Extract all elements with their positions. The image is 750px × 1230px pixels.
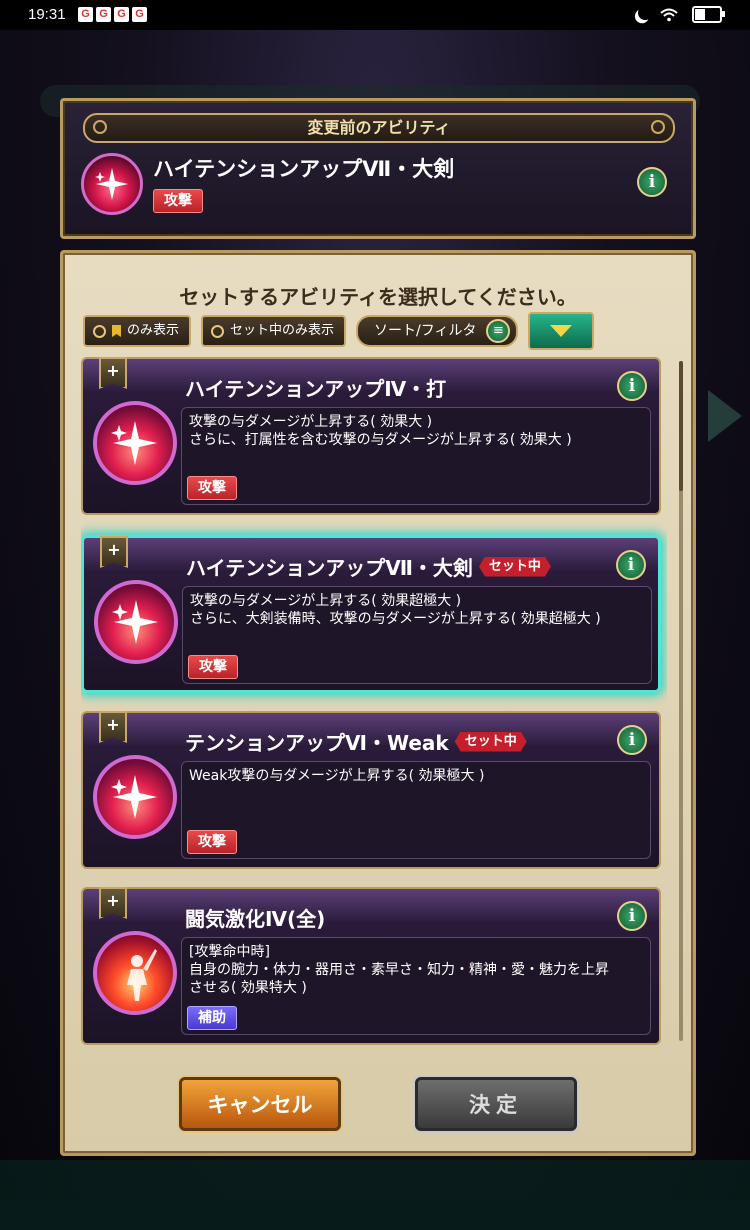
ability-description: 攻撃の与ダメージが上昇する( 効果超極大 ) さらに、大剣装備時、攻撃の与ダメー… [182, 586, 652, 684]
bookmark-add-icon[interactable]: + [99, 711, 127, 743]
menu-icon: ≡ [486, 319, 511, 343]
description-line: さらに、大剣装備時、攻撃の与ダメージが上昇する( 効果超極大 ) [190, 611, 601, 627]
ability-card[interactable]: + ハイテンションアップⅣ・打 i 攻撃の与ダメージが上昇する( 効果大 ) さ… [81, 357, 661, 515]
sort-order-dropdown-button[interactable] [528, 312, 595, 350]
current-ability-panel: 変更前のアビリティ ハイテンションアップⅦ・大剣 攻撃 i [60, 98, 696, 239]
background-arrow-icon [708, 390, 742, 442]
flame-figure-ability-icon [93, 931, 177, 1015]
info-icon: i [648, 172, 656, 192]
ability-type-tag: 攻撃 [187, 476, 237, 500]
list-scrollbar[interactable] [679, 361, 683, 1041]
ability-name-row: テンションアップⅥ・Weak セット中 [185, 727, 527, 756]
ability-type-tag: 攻撃 [187, 830, 237, 854]
equipped-badge: セット中 [455, 732, 527, 752]
description-line: さらに、打属性を含む攻撃の与ダメージが上昇する( 効果大 ) [189, 432, 572, 448]
bookmark-add-icon[interactable]: + [100, 536, 128, 568]
ability-name-row: ハイテンションアップⅦ・大剣 セット中 [186, 552, 551, 581]
sparkle-ability-icon [94, 580, 178, 664]
google-icon: G [96, 7, 111, 22]
description-line: [攻撃命中時] [189, 944, 270, 960]
ability-name-row: ハイテンションアップⅣ・打 [185, 373, 446, 402]
description-line: Weak攻撃の与ダメージが上昇する( 効果極大 ) [189, 768, 485, 784]
ability-card-selected[interactable]: + ハイテンションアップⅦ・大剣 セット中 i 攻撃の与ダメージが上昇する( 効… [81, 535, 661, 693]
sparkle-icon [111, 775, 157, 819]
sparkle-ability-icon [93, 401, 177, 485]
ability-list[interactable]: + ハイテンションアップⅣ・打 i 攻撃の与ダメージが上昇する( 効果大 ) さ… [81, 357, 667, 1047]
ability-description: 攻撃の与ダメージが上昇する( 効果大 ) さらに、打属性を含む攻撃の与ダメージが… [181, 407, 651, 505]
sparkle-icon [112, 600, 158, 644]
ability-info-button[interactable]: i [617, 725, 647, 755]
battery-icon [692, 6, 725, 23]
notification-icons: G G G G [78, 7, 147, 22]
cancel-button[interactable]: キャンセル [179, 1077, 341, 1131]
bookmark-add-icon[interactable]: + [99, 357, 127, 389]
set-only-toggle[interactable]: セット中のみ表示 [201, 315, 347, 347]
current-ability-tag: 攻撃 [153, 189, 203, 213]
bookmark-add-icon[interactable]: + [99, 887, 127, 919]
wifi-icon [660, 8, 678, 21]
description-line: させる( 効果特大 ) [189, 980, 307, 996]
status-bar: 19:31 G G G G [0, 0, 750, 30]
instruction-text: セットするアビリティを選択してください。 [179, 285, 577, 309]
confirm-button[interactable]: 決定 [415, 1077, 577, 1131]
ability-name: ハイテンションアップⅦ・大剣 [186, 556, 473, 580]
status-time: 19:31 [28, 6, 66, 23]
ability-name: テンションアップⅥ・Weak [185, 731, 449, 755]
background-footer [0, 1160, 750, 1230]
description-line: 自身の腕力・体力・器用さ・素早さ・知力・精神・愛・魅力を上昇 [189, 962, 609, 978]
gear-ornament-icon [93, 120, 107, 134]
current-ability-name: ハイテンションアップⅦ・大剣 [153, 157, 455, 181]
moon-icon [636, 4, 654, 22]
ability-info-button[interactable]: i [617, 901, 647, 931]
ability-type-tag: 攻撃 [188, 655, 238, 679]
ability-select-panel: セットするアビリティを選択してください。 のみ表示 セット中のみ表示 ソート/フ… [60, 250, 696, 1156]
sort-filter-label: ソート/フィルタ [374, 323, 477, 339]
ability-name: 闘気激化Ⅳ(全) [185, 907, 326, 931]
current-ability-info-button[interactable]: i [637, 167, 667, 197]
ability-card[interactable]: + テンションアップⅥ・Weak セット中 i Weak攻撃の与ダメージが上昇す… [81, 711, 661, 869]
ability-card[interactable]: + 闘気激化Ⅳ(全) i [攻撃命中時] 自身の腕力・体力・器用さ・素早さ・知力… [81, 887, 661, 1045]
bookmark-only-toggle[interactable]: のみ表示 [83, 315, 192, 347]
current-ability-title-bar: 変更前のアビリティ [83, 113, 675, 143]
description-line: 攻撃の与ダメージが上昇する( 効果超極大 ) [190, 593, 462, 609]
sparkle-ability-icon [81, 153, 143, 215]
ability-description: Weak攻撃の与ダメージが上昇する( 効果極大 ) [181, 761, 651, 859]
google-icon: G [78, 7, 93, 22]
ability-info-button[interactable]: i [617, 371, 647, 401]
bookmark-icon [112, 325, 121, 337]
ability-info-button[interactable]: i [616, 550, 646, 580]
sparkle-icon [95, 168, 128, 200]
scrollbar-thumb[interactable] [679, 361, 683, 491]
bookmark-only-label: のみ表示 [127, 323, 180, 338]
google-icon: G [132, 7, 147, 22]
current-ability-title: 変更前のアビリティ [307, 118, 451, 137]
ability-name-row: 闘気激化Ⅳ(全) [185, 903, 325, 932]
radio-icon [93, 324, 106, 338]
gear-ornament-icon [651, 120, 665, 134]
info-icon: i [628, 906, 636, 926]
sparkle-ability-icon [93, 755, 177, 839]
info-icon: i [628, 376, 636, 396]
ability-type-tag: 補助 [187, 1006, 237, 1030]
google-icon: G [114, 7, 129, 22]
flame-figure-icon [127, 949, 157, 1001]
info-icon: i [627, 555, 635, 575]
sort-filter-button[interactable]: ソート/フィルタ ≡ [356, 315, 519, 347]
equipped-badge: セット中 [479, 557, 551, 577]
ability-description: [攻撃命中時] 自身の腕力・体力・器用さ・素早さ・知力・精神・愛・魅力を上昇 さ… [181, 937, 651, 1035]
status-icons [632, 4, 725, 23]
radio-icon [211, 324, 225, 338]
ability-name: ハイテンションアップⅣ・打 [185, 377, 447, 401]
sparkle-icon [111, 421, 157, 465]
description-line: 攻撃の与ダメージが上昇する( 効果大 ) [189, 414, 433, 430]
info-icon: i [628, 730, 636, 750]
filter-row: のみ表示 セット中のみ表示 ソート/フィルタ ≡ [83, 312, 595, 350]
set-only-label: セット中のみ表示 [230, 323, 335, 338]
